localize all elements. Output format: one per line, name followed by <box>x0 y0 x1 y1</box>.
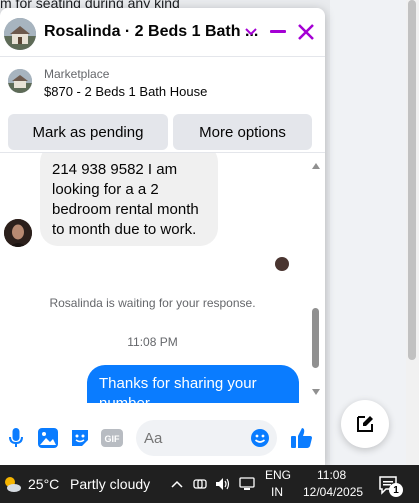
svg-text:GIF: GIF <box>105 434 121 444</box>
microphone-icon[interactable] <box>4 426 28 450</box>
message-list[interactable]: 214 938 9582 I am looking for a a 2 bedr… <box>0 153 325 403</box>
thumbs-up-icon[interactable] <box>290 426 314 450</box>
house-avatar[interactable] <box>4 18 36 50</box>
message-line: looking for a a 2 <box>52 181 159 198</box>
weather-icon <box>5 477 21 492</box>
message-line: Thanks for sharing your <box>99 375 257 392</box>
chat-window: Rosalinda · 2 Beds 1 Bath ... Marketplac… <box>0 8 325 465</box>
marketplace-panel: Marketplace $870 - 2 Beds 1 Bath House M… <box>0 57 325 151</box>
new-message-button[interactable] <box>341 400 389 448</box>
message-line: bedroom rental month <box>52 201 199 218</box>
volume-icon[interactable] <box>214 475 232 493</box>
notification-badge: 1 <box>389 483 403 497</box>
minimize-icon[interactable] <box>266 20 290 44</box>
photo-icon[interactable] <box>36 426 60 450</box>
page-scrollbar-thumb[interactable] <box>408 0 416 360</box>
listing-thumbnail[interactable] <box>8 69 32 93</box>
waiting-status: Rosalinda is waiting for your response. <box>49 296 256 310</box>
gif-icon[interactable]: GIF <box>100 426 124 450</box>
weather-condition: Partly cloudy <box>70 476 151 492</box>
message-input[interactable] <box>144 428 244 448</box>
incoming-message-bubble[interactable]: 214 938 9582 I am looking for a a 2 bedr… <box>40 153 218 246</box>
windows-taskbar: 25°C Partly cloudy ENG IN 11:08 12/04/20… <box>0 465 419 503</box>
link-icon[interactable] <box>191 475 209 493</box>
keyboard-layout[interactable]: IN <box>271 485 283 499</box>
more-options-button[interactable]: More options <box>173 114 312 150</box>
scroll-up-arrow-icon[interactable] <box>312 163 320 169</box>
language-indicator[interactable]: ENG <box>265 468 291 482</box>
temperature: 25°C <box>28 476 60 492</box>
message-line: to month due to work. <box>52 221 197 238</box>
message-line: number. <box>99 394 287 403</box>
chevron-down-icon[interactable] <box>239 20 263 44</box>
message-input-box[interactable] <box>136 420 277 456</box>
read-receipt-avatar <box>275 257 289 271</box>
close-icon[interactable] <box>294 20 318 44</box>
sender-avatar[interactable] <box>4 219 32 247</box>
clock-date[interactable]: 12/04/2025 <box>303 485 363 499</box>
scroll-down-arrow-icon[interactable] <box>312 389 320 395</box>
clock-time[interactable]: 11:08 <box>317 468 346 482</box>
listing-title[interactable]: $870 - 2 Beds 1 Bath House <box>44 84 207 99</box>
emoji-icon[interactable] <box>250 428 270 453</box>
chat-title[interactable]: Rosalinda · 2 Beds 1 Bath ... <box>44 23 258 41</box>
compose-icon <box>357 416 373 432</box>
composer: GIF <box>0 412 325 465</box>
sticker-icon[interactable] <box>68 426 92 450</box>
chat-header[interactable]: Rosalinda · 2 Beds 1 Bath ... <box>0 8 325 56</box>
network-icon[interactable] <box>238 475 256 493</box>
marketplace-label: Marketplace <box>44 67 110 81</box>
mark-as-pending-button[interactable]: Mark as pending <box>8 114 168 150</box>
message-line: 214 938 9582 I am <box>52 161 178 178</box>
message-timestamp: 11:08 PM <box>127 335 178 349</box>
outgoing-message-bubble[interactable]: Thanks for sharing your number. <box>87 365 299 403</box>
chevron-up-icon[interactable] <box>168 475 186 493</box>
chat-scrollbar-thumb[interactable] <box>312 308 319 368</box>
